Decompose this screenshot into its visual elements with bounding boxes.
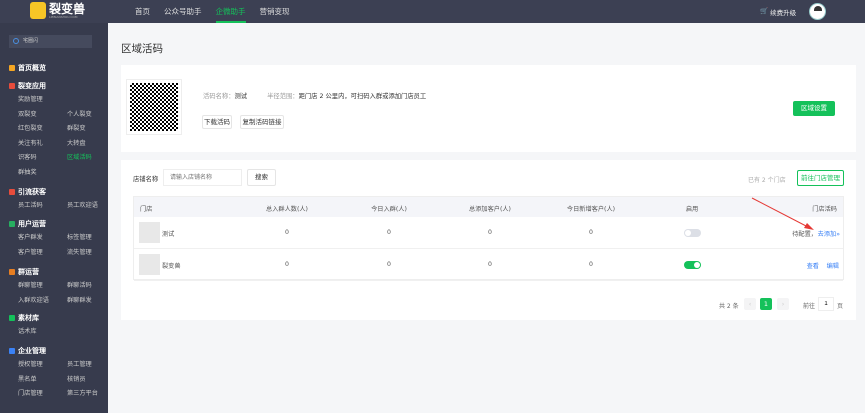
annotation-arrow xyxy=(751,197,814,230)
